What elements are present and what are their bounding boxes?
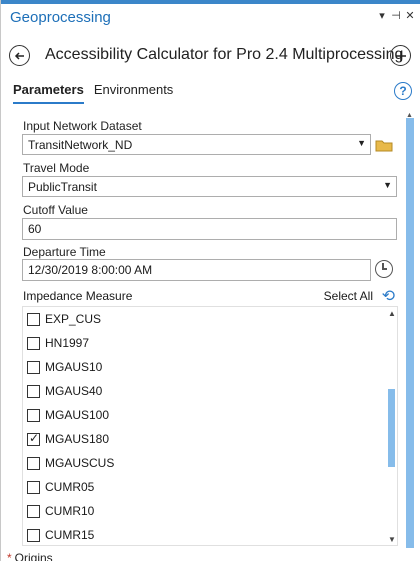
tab-environments[interactable]: Environments	[94, 82, 173, 104]
impedance-item[interactable]: MGAUS10	[27, 355, 102, 379]
checkbox[interactable]	[27, 408, 40, 422]
arrow-left-icon	[14, 51, 24, 60]
chevron-down-icon[interactable]: ▾	[377, 9, 387, 22]
add-button[interactable]	[390, 45, 411, 66]
checkbox[interactable]	[27, 360, 40, 374]
impedance-item-label: MGAUSCUS	[45, 456, 115, 470]
folder-icon[interactable]	[375, 138, 393, 152]
checkbox[interactable]	[27, 431, 40, 446]
impedance-item[interactable]: CUMR05	[27, 475, 94, 499]
origins-param: * Origins	[7, 551, 53, 561]
impedance-item[interactable]: CUMR10	[27, 499, 94, 523]
cutoff-input[interactable]: 60	[22, 218, 397, 240]
pane-scroll-thumb[interactable]	[406, 118, 414, 548]
geoprocessing-pane: Geoprocessing ▾ ⊣ ✕ Accessibility Calcul…	[0, 0, 420, 561]
checkbox[interactable]	[27, 456, 40, 470]
titlebar-controls: ▾ ⊣ ✕	[377, 9, 415, 22]
pane-title: Geoprocessing	[10, 9, 111, 26]
impedance-item-label: MGAUS40	[45, 384, 103, 398]
impedance-checklist: ▲ ▼ EXP_CUS HN1997 MGAUS10 MGAUS40 MGAUS100 M…	[22, 306, 398, 546]
impedance-item-label: MGAUS10	[45, 360, 103, 374]
checkbox[interactable]	[27, 504, 40, 518]
checkbox[interactable]	[27, 480, 40, 494]
impedance-item-label: EXP_CUS	[45, 312, 102, 326]
origins-label: Origins	[14, 551, 53, 561]
network-dataset-select[interactable]: TransitNetwork_ND ▼	[22, 134, 371, 155]
impedance-item-label: MGAUS180	[45, 432, 110, 446]
checklist-scrollbar[interactable]: ▲ ▼	[386, 307, 397, 545]
impedance-item[interactable]: EXP_CUS	[27, 307, 101, 331]
impedance-item[interactable]: CUMR15	[27, 523, 94, 547]
refresh-icon[interactable]: ⟲	[382, 286, 395, 306]
impedance-item-label: CUMR05	[45, 480, 95, 494]
departure-label: Departure Time	[23, 245, 106, 259]
network-dataset-value: TransitNetwork_ND	[28, 138, 133, 152]
travel-mode-label: Travel Mode	[23, 161, 90, 175]
scroll-up-icon[interactable]: ▲	[388, 309, 396, 318]
chevron-down-icon: ▼	[383, 180, 392, 190]
scroll-down-icon[interactable]: ▼	[388, 535, 396, 544]
travel-mode-select[interactable]: PublicTransit ▼	[22, 176, 397, 197]
plus-icon	[395, 50, 406, 61]
impedance-item[interactable]: MGAUS40	[27, 379, 102, 403]
travel-mode-value: PublicTransit	[28, 180, 97, 194]
impedance-item[interactable]: MGAUSCUS	[27, 451, 114, 475]
cutoff-label: Cutoff Value	[23, 203, 88, 217]
departure-time-value: 12/30/2019 8:00:00 AM	[28, 263, 153, 277]
checkbox[interactable]	[27, 528, 40, 542]
impedance-label: Impedance Measure	[23, 289, 133, 303]
checkbox[interactable]	[27, 336, 40, 350]
impedance-item-label: CUMR15	[45, 528, 95, 542]
tab-strip: Parameters Environments	[13, 82, 173, 104]
select-all-link[interactable]: Select All	[324, 289, 373, 303]
chevron-down-icon: ▼	[357, 138, 366, 148]
required-asterisk: *	[7, 551, 12, 561]
checkbox[interactable]	[27, 384, 40, 398]
pane-titlebar: Geoprocessing ▾ ⊣ ✕	[1, 0, 420, 32]
tool-title: Accessibility Calculator for Pro 2.4 Mul…	[45, 46, 404, 63]
tab-parameters[interactable]: Parameters	[13, 82, 84, 104]
close-icon[interactable]: ✕	[405, 9, 415, 22]
checklist-scroll-thumb[interactable]	[388, 389, 395, 467]
impedance-item[interactable]: MGAUS180	[27, 427, 109, 451]
clock-icon[interactable]	[375, 260, 393, 278]
departure-time-input[interactable]: 12/30/2019 8:00:00 AM	[22, 259, 371, 281]
network-label: Input Network Dataset	[23, 119, 142, 133]
impedance-item[interactable]: MGAUS100	[27, 403, 109, 427]
impedance-item-label: CUMR10	[45, 504, 95, 518]
cutoff-value: 60	[28, 222, 42, 236]
impedance-item[interactable]: HN1997	[27, 331, 89, 355]
pin-icon[interactable]: ⊣	[391, 9, 401, 22]
checkbox[interactable]	[27, 312, 40, 326]
tool-header: Accessibility Calculator for Pro 2.4 Mul…	[1, 40, 420, 74]
help-icon[interactable]: ?	[394, 82, 412, 100]
pane-scrollbar[interactable]: ▲	[404, 112, 416, 552]
titlebar-accent-bar	[1, 0, 420, 4]
impedance-item-label: HN1997	[45, 336, 90, 350]
back-button[interactable]	[9, 45, 30, 66]
impedance-header: Impedance Measure Select All ⟲	[23, 286, 395, 306]
impedance-item-label: MGAUS100	[45, 408, 110, 422]
